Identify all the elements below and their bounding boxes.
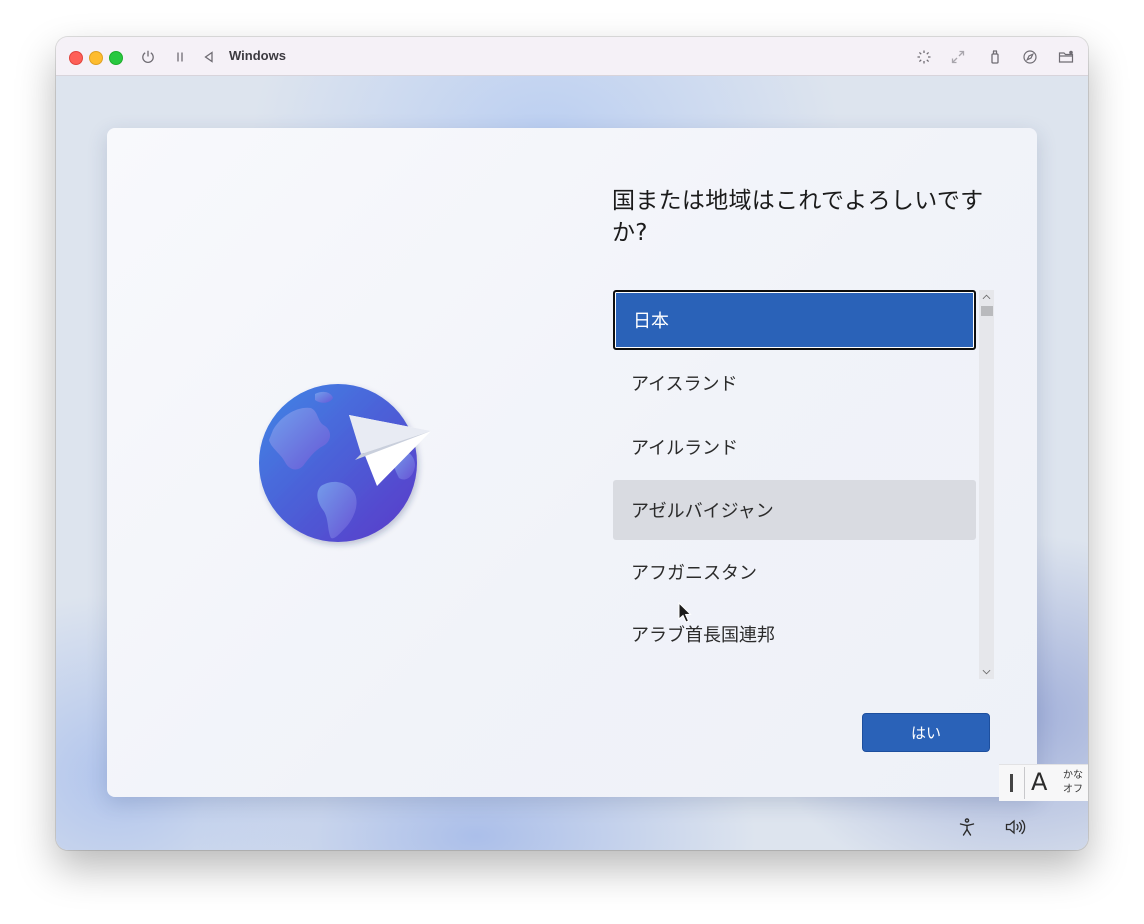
country-list[interactable]: 日本 アイスランド アイルランド アゼルバイジャン アフガニスタン アラブ首長国… bbox=[613, 290, 976, 680]
power-icon[interactable] bbox=[138, 47, 158, 67]
yes-button[interactable]: はい bbox=[862, 713, 990, 752]
resize-icon[interactable] bbox=[948, 47, 968, 67]
vm-desktop: 国または地域はこれでよろしいですか? 日本 アイスランド アイルランド アゼルバ… bbox=[56, 76, 1088, 850]
ime-kana-line1: かな bbox=[1063, 770, 1083, 781]
page-heading: 国または地域はこれでよろしいですか? bbox=[612, 188, 984, 246]
back-icon[interactable] bbox=[199, 47, 219, 67]
list-scrollbar[interactable] bbox=[979, 290, 994, 679]
list-item-iceland[interactable]: アイスランド bbox=[613, 353, 976, 413]
titlebar: Windows bbox=[56, 37, 1088, 76]
list-item-japan[interactable]: 日本 bbox=[613, 290, 976, 350]
vm-window: Windows 国または地域はこれでよろしいですか? 日本 アイスランド アイル… bbox=[56, 37, 1088, 850]
ime-mode-indicator[interactable]: A bbox=[1031, 768, 1047, 796]
ime-toolbar[interactable]: A かな オフ bbox=[999, 764, 1088, 801]
close-window-button[interactable] bbox=[69, 51, 83, 65]
scroll-up-icon[interactable] bbox=[979, 290, 994, 304]
folder-icon[interactable] bbox=[1056, 47, 1076, 67]
pause-icon[interactable] bbox=[170, 47, 190, 67]
globe-illustration bbox=[259, 382, 439, 552]
list-item-ireland[interactable]: アイルランド bbox=[613, 417, 976, 477]
oobe-card: 国または地域はこれでよろしいですか? 日本 アイスランド アイルランド アゼルバ… bbox=[107, 128, 1037, 797]
accessibility-icon[interactable] bbox=[956, 816, 978, 838]
volume-icon[interactable] bbox=[1004, 816, 1026, 838]
window-title: Windows bbox=[229, 48, 286, 63]
ime-caret bbox=[1010, 774, 1013, 792]
brightness-icon[interactable] bbox=[914, 47, 934, 67]
zoom-window-button[interactable] bbox=[109, 51, 123, 65]
ime-kana-toggle[interactable]: かな オフ bbox=[1062, 769, 1084, 797]
mouse-cursor-icon bbox=[678, 602, 692, 623]
ime-kana-line2: オフ bbox=[1063, 784, 1083, 795]
scroll-down-icon[interactable] bbox=[979, 665, 994, 679]
ime-divider bbox=[1024, 767, 1025, 799]
usb-icon[interactable] bbox=[985, 47, 1005, 67]
minimize-window-button[interactable] bbox=[89, 51, 103, 65]
list-item-afghanistan[interactable]: アフガニスタン bbox=[613, 542, 976, 602]
safari-icon[interactable] bbox=[1020, 47, 1040, 67]
scroll-thumb[interactable] bbox=[981, 306, 993, 316]
list-item-azerbaijan[interactable]: アゼルバイジャン bbox=[613, 480, 976, 540]
list-item-uae[interactable]: アラブ首長国連邦 bbox=[613, 604, 976, 664]
